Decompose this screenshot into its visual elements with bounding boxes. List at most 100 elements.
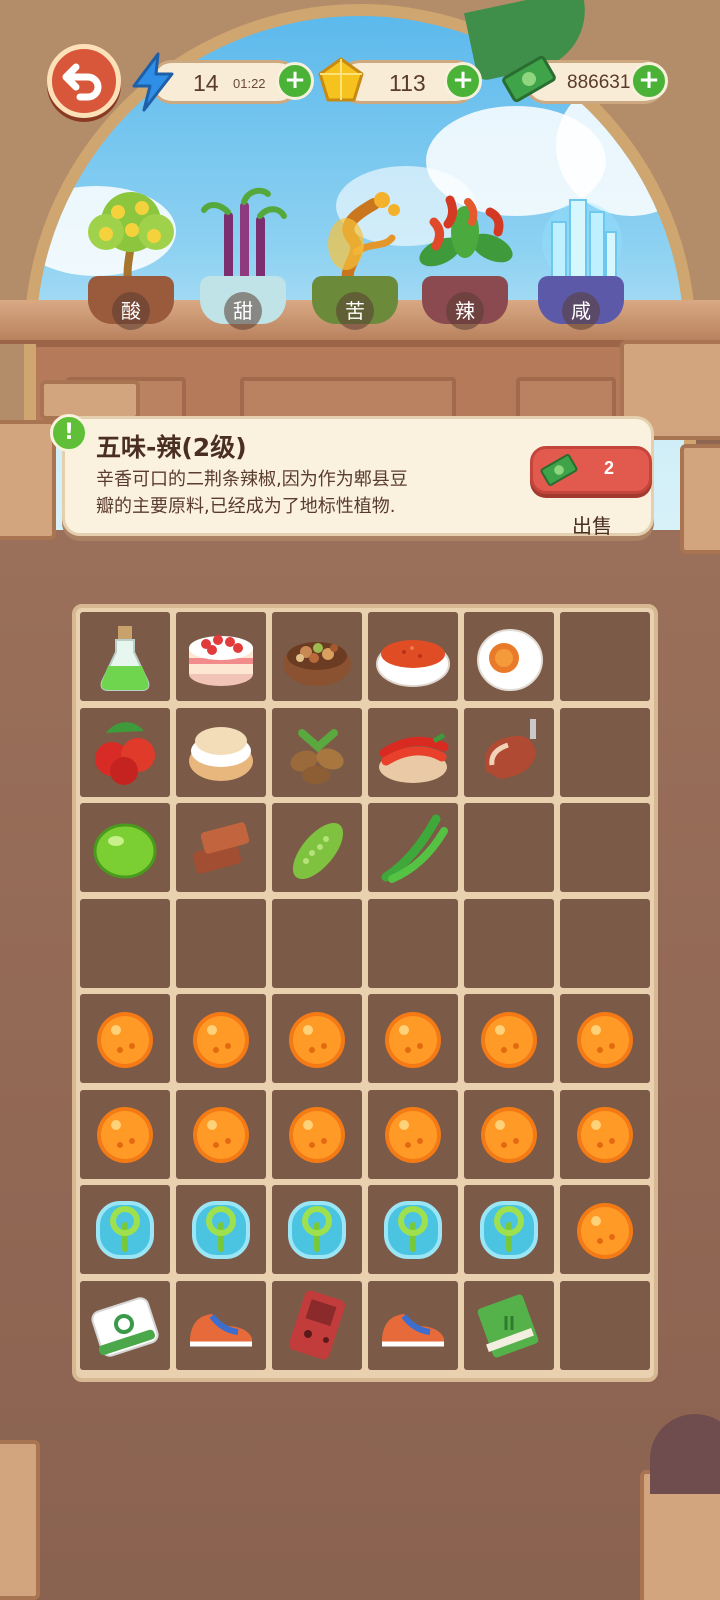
taste-label: 甜 bbox=[224, 292, 262, 330]
grid-cell[interactable] bbox=[368, 803, 458, 892]
item-description-line: 辛香可口的二荆条辣椒,因为作为郫县豆 bbox=[96, 469, 408, 490]
grid-cell[interactable] bbox=[80, 612, 170, 701]
crate-decor bbox=[0, 1440, 40, 1600]
green-chilies-icon bbox=[381, 814, 448, 883]
merge-grid bbox=[80, 612, 650, 1374]
strawberry-cake-icon bbox=[189, 634, 253, 686]
sneaker-icon bbox=[190, 1314, 252, 1347]
plant-bitter[interactable]: 苦 bbox=[300, 182, 410, 332]
grid-cell[interactable] bbox=[272, 1185, 362, 1274]
exclamation-icon: ! bbox=[50, 414, 88, 452]
grid-cell[interactable] bbox=[80, 707, 170, 797]
item-description-line: 瓣的主要原料,已经成为了地标性植物. bbox=[96, 496, 396, 517]
grid-cell[interactable] bbox=[560, 1089, 650, 1179]
grid-cell[interactable] bbox=[80, 994, 170, 1083]
plant-spicy[interactable]: 辣 bbox=[410, 182, 520, 332]
crate-decor bbox=[0, 420, 56, 540]
grid-cell[interactable] bbox=[272, 612, 362, 701]
salted-egg-icon bbox=[477, 628, 543, 691]
coffee-beans-icon bbox=[290, 729, 344, 784]
grid-cell[interactable] bbox=[368, 707, 458, 797]
grid-cell[interactable] bbox=[80, 803, 170, 892]
grid-cell[interactable] bbox=[560, 994, 650, 1083]
grid-cell[interactable] bbox=[368, 1185, 458, 1274]
grid-cell-empty[interactable] bbox=[560, 707, 650, 797]
grid-cell[interactable] bbox=[176, 1089, 266, 1179]
energy-add-button[interactable]: + bbox=[276, 62, 314, 100]
grid-cell[interactable] bbox=[176, 1185, 266, 1274]
undo-arrow-icon bbox=[62, 63, 102, 101]
grid-cell-empty[interactable] bbox=[464, 898, 554, 988]
lime-icon bbox=[93, 823, 157, 878]
grid-cell[interactable] bbox=[464, 1089, 554, 1179]
grid-cell[interactable] bbox=[464, 612, 554, 701]
grid-cell[interactable] bbox=[176, 994, 266, 1083]
grid-cell[interactable] bbox=[368, 1089, 458, 1179]
item-description: 辛香可口的二荆条辣椒,因为作为郫县豆 瓣的主要原料,已经成为了地标性植物. bbox=[96, 466, 506, 520]
grid-cell[interactable] bbox=[464, 1280, 554, 1370]
orange-orb-icon bbox=[289, 1107, 345, 1163]
grid-cell-empty[interactable] bbox=[80, 898, 170, 988]
grid-cell[interactable] bbox=[176, 707, 266, 797]
grid-cell[interactable] bbox=[368, 1280, 458, 1370]
orange-orb-icon bbox=[193, 1107, 249, 1163]
taste-label: 咸 bbox=[562, 292, 600, 330]
grid-cell[interactable] bbox=[368, 612, 458, 701]
grid-cell[interactable] bbox=[368, 994, 458, 1083]
grid-cell-empty[interactable] bbox=[560, 1280, 650, 1370]
red-chilies-bowl-icon bbox=[379, 732, 449, 783]
grid-cell[interactable] bbox=[464, 994, 554, 1083]
grid-cell[interactable] bbox=[80, 1280, 170, 1370]
grid-cell[interactable] bbox=[560, 1185, 650, 1274]
grid-cell[interactable] bbox=[464, 1185, 554, 1274]
grid-cell[interactable] bbox=[80, 1089, 170, 1179]
gem-value: 113 bbox=[389, 70, 426, 96]
orange-orb-icon bbox=[385, 1011, 441, 1068]
mixed-nuts-bowl-icon bbox=[283, 641, 351, 686]
energy-value: 14 bbox=[193, 70, 219, 96]
cash-add-button[interactable]: + bbox=[630, 62, 668, 100]
energy-timer: 01:22 bbox=[233, 76, 266, 91]
grid-cell-empty[interactable] bbox=[176, 898, 266, 988]
grid-cell-empty[interactable] bbox=[464, 803, 554, 892]
grid-cell-empty[interactable] bbox=[560, 898, 650, 988]
grid-cell-empty[interactable] bbox=[560, 612, 650, 701]
sprout-bubble-icon bbox=[96, 1200, 154, 1259]
grid-cell-empty[interactable] bbox=[368, 898, 458, 988]
orange-orb-icon bbox=[481, 1011, 537, 1068]
orange-orb-icon bbox=[577, 1202, 633, 1259]
lightning-icon bbox=[132, 52, 174, 112]
sprout-bubble-icon bbox=[288, 1200, 346, 1259]
taste-label: 苦 bbox=[336, 292, 374, 330]
cream-puff-icon bbox=[189, 727, 253, 781]
grid-cell[interactable] bbox=[272, 1089, 362, 1179]
plant-sour[interactable]: 酸 bbox=[76, 182, 186, 332]
sneaker-icon bbox=[382, 1314, 444, 1347]
grid-cell[interactable] bbox=[176, 612, 266, 701]
grid-cell[interactable] bbox=[464, 707, 554, 797]
crate-decor bbox=[40, 380, 140, 420]
sprout-bubble-icon bbox=[384, 1200, 442, 1259]
grid-cell-empty[interactable] bbox=[272, 898, 362, 988]
grid-cell-empty[interactable] bbox=[560, 803, 650, 892]
orange-orb-icon bbox=[289, 1011, 345, 1068]
handheld-console-icon bbox=[289, 1290, 345, 1360]
grid-cell[interactable] bbox=[176, 803, 266, 892]
plant-sweet[interactable]: 甜 bbox=[188, 182, 298, 332]
sell-button[interactable] bbox=[530, 446, 652, 494]
sprout-bubble-icon bbox=[192, 1200, 250, 1259]
grid-cell[interactable] bbox=[272, 707, 362, 797]
orange-orb-icon bbox=[385, 1107, 441, 1163]
grid-cell[interactable] bbox=[80, 1185, 170, 1274]
orange-orb-icon bbox=[577, 1107, 633, 1163]
cash-icon bbox=[502, 55, 556, 103]
cash-value: 886631 bbox=[567, 72, 631, 93]
grid-cell[interactable] bbox=[176, 1280, 266, 1370]
grid-cell[interactable] bbox=[272, 1280, 362, 1370]
back-button[interactable] bbox=[47, 44, 121, 118]
plant-salty[interactable]: 咸 bbox=[526, 182, 636, 332]
orange-orb-icon bbox=[577, 1011, 633, 1068]
grid-cell[interactable] bbox=[272, 803, 362, 892]
gem-add-button[interactable]: + bbox=[444, 62, 482, 100]
grid-cell[interactable] bbox=[272, 994, 362, 1083]
